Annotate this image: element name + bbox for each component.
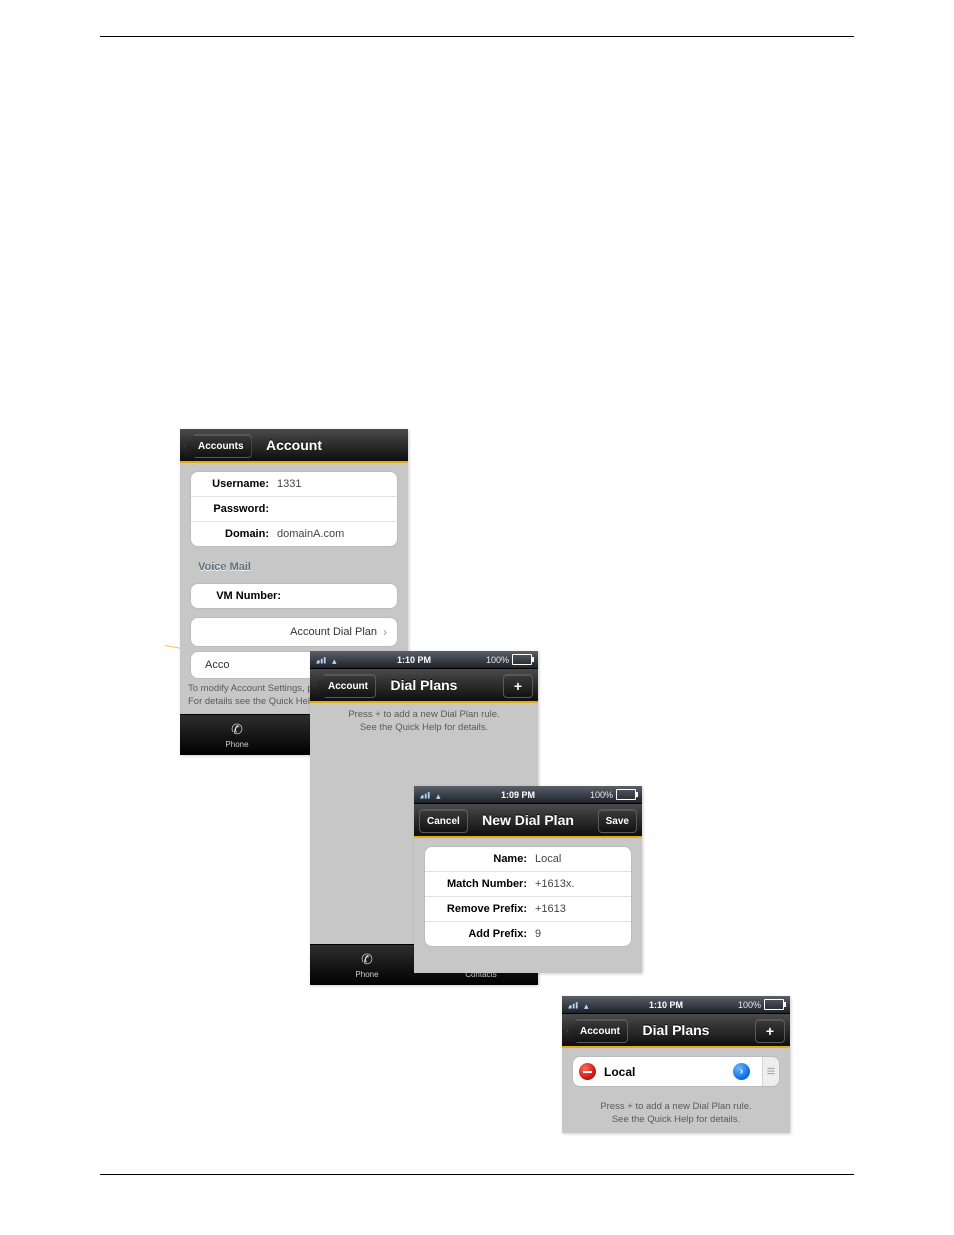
dial-plan-label: Account Dial Plan xyxy=(290,626,377,638)
dial-plan-fields: Name: Local Match Number: +1613x. Remove… xyxy=(424,846,632,947)
back-button[interactable]: Account xyxy=(567,1019,628,1043)
signal-icon xyxy=(420,791,432,799)
signal-icon xyxy=(316,656,328,664)
nav-title: Dial Plans xyxy=(391,677,458,693)
tab-phone-label: Phone xyxy=(355,970,378,979)
domain-value: domainA.com xyxy=(277,528,344,540)
battery-icon xyxy=(616,789,636,800)
addprefix-row[interactable]: Add Prefix: 9 xyxy=(425,922,631,946)
vm-row[interactable]: VM Number: xyxy=(191,584,397,608)
username-value: 1331 xyxy=(277,478,301,490)
back-button[interactable]: Account xyxy=(315,674,376,698)
help-line1: To modify Account Settings, p xyxy=(188,683,313,694)
vm-label: VM Number: xyxy=(201,590,281,602)
phone-handset-icon: ✆ xyxy=(228,722,246,738)
name-label: Name: xyxy=(435,853,527,865)
item-label: Local xyxy=(604,1065,725,1079)
dial-plan-row[interactable]: Account Dial Plan › xyxy=(190,617,398,647)
addprefix-value: 9 xyxy=(535,928,541,940)
help-text: Press + to add a new Dial Plan rule. See… xyxy=(562,1095,790,1133)
remove-label: Remove Prefix: xyxy=(435,903,527,915)
addprefix-label: Add Prefix: xyxy=(435,928,527,940)
help-line2: See the Quick Help for details. xyxy=(612,1114,740,1125)
help-text: Press + to add a new Dial Plan rule. See… xyxy=(310,703,538,741)
domain-label: Domain: xyxy=(201,528,269,540)
tab-phone[interactable]: ✆ Phone xyxy=(180,715,294,755)
nav-bar: Accounts Account xyxy=(180,429,408,463)
remove-value: +1613 xyxy=(535,903,566,915)
nav-bar: Account Dial Plans + xyxy=(562,1014,790,1048)
signal-icon xyxy=(568,1001,580,1009)
status-bar: 1:10 PM 100% xyxy=(310,651,538,669)
status-time: 1:09 PM xyxy=(501,790,535,800)
nav-title: New Dial Plan xyxy=(482,812,574,828)
match-label: Match Number: xyxy=(435,878,527,890)
detail-disclosure-icon[interactable]: › xyxy=(733,1063,750,1080)
phone-handset-icon: ✆ xyxy=(358,952,376,968)
chevron-right-icon: › xyxy=(383,625,387,639)
dial-plan-item[interactable]: Local › xyxy=(572,1056,780,1087)
add-button[interactable]: + xyxy=(755,1019,785,1043)
tab-phone[interactable]: ✆ Phone xyxy=(310,945,424,985)
name-row[interactable]: Name: Local xyxy=(425,847,631,872)
advanced-row-label: Acco xyxy=(205,659,229,671)
top-rule xyxy=(100,36,854,37)
battery-pct: 100% xyxy=(590,790,613,800)
name-value: Local xyxy=(535,853,561,865)
battery-pct: 100% xyxy=(486,655,509,665)
save-button[interactable]: Save xyxy=(598,809,637,833)
battery-icon xyxy=(512,654,532,665)
username-row[interactable]: Username: 1331 xyxy=(191,472,397,497)
status-time: 1:10 PM xyxy=(397,655,431,665)
password-label: Password: xyxy=(201,503,269,515)
username-label: Username: xyxy=(201,478,269,490)
battery-icon xyxy=(764,999,784,1010)
nav-bar: Cancel New Dial Plan Save xyxy=(414,804,642,838)
nav-title: Dial Plans xyxy=(643,1022,710,1038)
delete-icon[interactable] xyxy=(579,1063,596,1080)
wifi-icon xyxy=(584,1001,594,1009)
match-value: +1613x. xyxy=(535,878,574,890)
help-line2: See the Quick Help for details. xyxy=(360,722,488,733)
password-row[interactable]: Password: xyxy=(191,497,397,522)
help-line2: For details see the Quick Help xyxy=(188,696,315,707)
bottom-rule xyxy=(100,1174,854,1175)
help-line1: Press + to add a new Dial Plan rule. xyxy=(600,1101,751,1112)
add-button[interactable]: + xyxy=(503,674,533,698)
remove-row[interactable]: Remove Prefix: +1613 xyxy=(425,897,631,922)
back-button[interactable]: Accounts xyxy=(185,434,252,458)
wifi-icon xyxy=(332,656,342,664)
status-bar: 1:09 PM 100% xyxy=(414,786,642,804)
tab-phone-label: Phone xyxy=(225,740,248,749)
screenshot-dial-plans-list: 1:10 PM 100% Account Dial Plans + Local … xyxy=(562,996,790,1133)
battery-pct: 100% xyxy=(738,1000,761,1010)
drag-handle-icon[interactable] xyxy=(762,1057,779,1086)
help-line1: Press + to add a new Dial Plan rule. xyxy=(348,709,499,720)
vm-group: VM Number: xyxy=(190,583,398,609)
domain-row[interactable]: Domain: domainA.com xyxy=(191,522,397,546)
nav-title: Account xyxy=(266,437,322,453)
status-bar: 1:10 PM 100% xyxy=(562,996,790,1014)
cancel-button[interactable]: Cancel xyxy=(419,809,468,833)
status-time: 1:10 PM xyxy=(649,1000,683,1010)
account-fields: Username: 1331 Password: Domain: domainA… xyxy=(190,471,398,547)
screenshot-new-dial-plan: 1:09 PM 100% Cancel New Dial Plan Save N… xyxy=(414,786,642,973)
voicemail-header: Voice Mail xyxy=(180,555,408,575)
wifi-icon xyxy=(436,791,446,799)
nav-bar: Account Dial Plans + xyxy=(310,669,538,703)
match-row[interactable]: Match Number: +1613x. xyxy=(425,872,631,897)
